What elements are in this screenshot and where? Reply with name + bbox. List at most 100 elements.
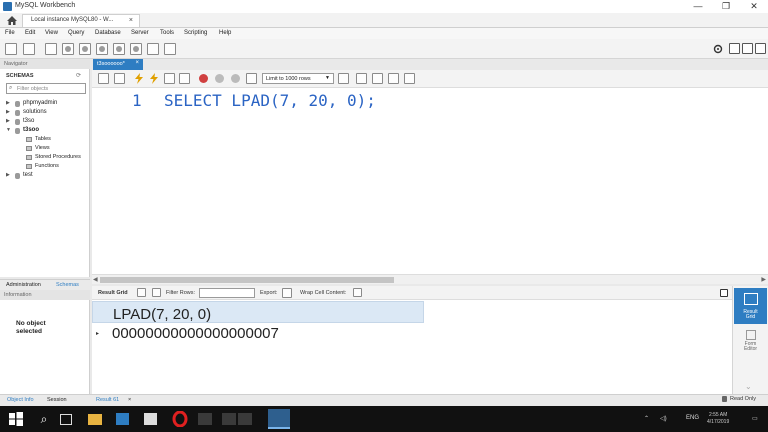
schema-item-test[interactable]: ▶ test bbox=[6, 172, 86, 180]
app-icon[interactable] bbox=[144, 413, 157, 425]
collapse-icon[interactable]: ▼ bbox=[6, 127, 11, 133]
opera-icon[interactable] bbox=[172, 411, 188, 427]
volume-icon[interactable]: ◁) bbox=[660, 415, 667, 422]
schema-item-phpmyadmin[interactable]: ▶ phpmyadmin bbox=[6, 100, 86, 108]
menu-tools[interactable]: Tools bbox=[160, 30, 174, 36]
scroll-right-icon[interactable]: ▶ bbox=[761, 276, 766, 283]
store-icon[interactable] bbox=[116, 413, 129, 425]
filter-rows-input[interactable] bbox=[199, 288, 255, 298]
tree-item-stored-procedures[interactable]: Stored Procedures bbox=[26, 154, 86, 162]
expand-icon[interactable]: ▶ bbox=[6, 172, 10, 178]
open-file-icon[interactable] bbox=[98, 73, 109, 84]
wrap-cell-content-icon[interactable] bbox=[353, 288, 362, 297]
tree-item-tables[interactable]: Tables bbox=[26, 136, 86, 144]
commit-icon[interactable] bbox=[214, 73, 225, 84]
language-indicator[interactable]: ENG bbox=[686, 415, 699, 421]
filter-objects-input[interactable]: ⌕ Filter objects bbox=[6, 83, 86, 94]
refresh-icon[interactable] bbox=[152, 288, 161, 297]
scroll-left-icon[interactable]: ◀ bbox=[93, 276, 98, 283]
schema-item-solutions[interactable]: ▶ solutions bbox=[6, 109, 86, 117]
form-editor-button[interactable]: Form Editor bbox=[734, 326, 767, 356]
menu-help[interactable]: Help bbox=[219, 30, 231, 36]
create-procedure-icon[interactable] bbox=[113, 43, 125, 55]
maximize-button[interactable]: ❐ bbox=[712, 0, 740, 13]
toggle-output-icon[interactable] bbox=[742, 43, 753, 54]
tab-schemas[interactable]: Schemas bbox=[56, 282, 79, 288]
scrollbar-thumb[interactable] bbox=[100, 277, 394, 283]
menu-scripting[interactable]: Scripting bbox=[184, 30, 207, 36]
task-view-icon[interactable] bbox=[60, 414, 72, 425]
limit-rows-select[interactable]: Limit to 1000 rows ▼ bbox=[262, 73, 334, 84]
create-function-icon[interactable] bbox=[130, 43, 142, 55]
scroll-down-icon[interactable]: ⌄ bbox=[745, 382, 752, 391]
close-window-button[interactable]: ✕ bbox=[740, 0, 768, 13]
schema-item-t3so[interactable]: ▶ t3so bbox=[6, 118, 86, 126]
expand-icon[interactable]: ▶ bbox=[6, 109, 10, 115]
expand-icon[interactable]: ▶ bbox=[6, 118, 10, 124]
bookmark-icon[interactable] bbox=[338, 73, 349, 84]
connection-tab[interactable]: Local instance MySQL80 - W... × bbox=[22, 14, 140, 27]
windows-start-icon[interactable] bbox=[8, 411, 24, 427]
table-row[interactable]: 00000000000000000007 bbox=[92, 323, 424, 345]
column-header[interactable]: LPAD(7, 20, 0) bbox=[113, 306, 211, 323]
clock[interactable]: 2:55 AM 4/17/2019 bbox=[707, 412, 729, 426]
close-result-tab-icon[interactable]: × bbox=[128, 397, 131, 403]
invisible-chars-icon[interactable] bbox=[388, 73, 399, 84]
tab-object-info[interactable]: Object Info bbox=[7, 397, 34, 403]
save-icon[interactable] bbox=[114, 73, 125, 84]
network-icon[interactable]: ⌃ bbox=[644, 415, 649, 422]
execute-icon[interactable] bbox=[134, 73, 144, 84]
mysql-workbench-taskbar-icon[interactable] bbox=[268, 409, 290, 429]
wrap-lines-icon[interactable] bbox=[404, 73, 415, 84]
file-explorer-icon[interactable] bbox=[88, 414, 102, 425]
new-sql-tab-icon[interactable] bbox=[5, 43, 17, 55]
beautify-icon[interactable] bbox=[356, 73, 367, 84]
stop-icon[interactable] bbox=[179, 73, 190, 84]
result-grid-button[interactable]: Result Grid bbox=[734, 288, 767, 324]
app-icon[interactable] bbox=[238, 413, 252, 425]
minimize-button[interactable]: — bbox=[684, 0, 712, 13]
app-icon[interactable] bbox=[198, 413, 212, 425]
query-tab[interactable]: t3soooooo* × bbox=[93, 59, 143, 70]
close-tab-icon[interactable]: × bbox=[129, 17, 133, 24]
reconnect-icon[interactable] bbox=[164, 43, 176, 55]
gear-icon[interactable] bbox=[713, 44, 723, 54]
menu-query[interactable]: Query bbox=[68, 30, 84, 36]
search-icon[interactable]: ⌕ bbox=[36, 411, 52, 427]
menu-file[interactable]: File bbox=[5, 30, 15, 36]
close-query-tab-icon[interactable]: × bbox=[135, 60, 139, 66]
result-cell[interactable]: 00000000000000000007 bbox=[112, 325, 279, 342]
tree-item-views[interactable]: Views bbox=[26, 145, 86, 153]
grid-icon[interactable] bbox=[137, 288, 146, 297]
result-grid-label[interactable]: Result Grid bbox=[98, 290, 128, 296]
execute-statement-icon[interactable] bbox=[149, 73, 159, 84]
export-icon[interactable] bbox=[282, 288, 292, 298]
stop-on-error-icon[interactable] bbox=[246, 73, 257, 84]
open-sql-script-icon[interactable] bbox=[23, 43, 35, 55]
tree-item-functions[interactable]: Functions bbox=[26, 163, 86, 171]
refresh-icon[interactable]: ⟳ bbox=[76, 72, 81, 79]
notifications-icon[interactable]: ▭ bbox=[752, 415, 758, 422]
toggle-result-panel-icon[interactable] bbox=[720, 289, 728, 297]
find-icon[interactable] bbox=[372, 73, 383, 84]
sql-statement[interactable]: SELECT LPAD(7, 20, 0); bbox=[164, 91, 376, 110]
expand-icon[interactable]: ▶ bbox=[6, 100, 10, 106]
home-icon[interactable] bbox=[6, 15, 18, 26]
menu-edit[interactable]: Edit bbox=[25, 30, 35, 36]
explain-icon[interactable] bbox=[164, 73, 175, 84]
toggle-sidebar-icon[interactable] bbox=[729, 43, 740, 54]
open-inspector-icon[interactable] bbox=[45, 43, 57, 55]
schema-item-t3soo[interactable]: ▼ t3soo bbox=[6, 127, 86, 135]
toggle-secondary-sidebar-icon[interactable] bbox=[755, 43, 766, 54]
menu-view[interactable]: View bbox=[45, 30, 58, 36]
create-view-icon[interactable] bbox=[96, 43, 108, 55]
tab-result[interactable]: Result 61 bbox=[96, 397, 119, 403]
rollback-icon[interactable] bbox=[230, 73, 241, 84]
app-icon[interactable] bbox=[222, 413, 236, 425]
sql-editor[interactable]: 1 SELECT LPAD(7, 20, 0); bbox=[92, 88, 768, 274]
tab-session[interactable]: Session bbox=[47, 397, 67, 403]
result-grid[interactable]: LPAD(7, 20, 0) ▸ 00000000000000000007 bbox=[92, 300, 732, 394]
menu-server[interactable]: Server bbox=[131, 30, 149, 36]
menu-database[interactable]: Database bbox=[95, 30, 121, 36]
create-table-icon[interactable] bbox=[79, 43, 91, 55]
